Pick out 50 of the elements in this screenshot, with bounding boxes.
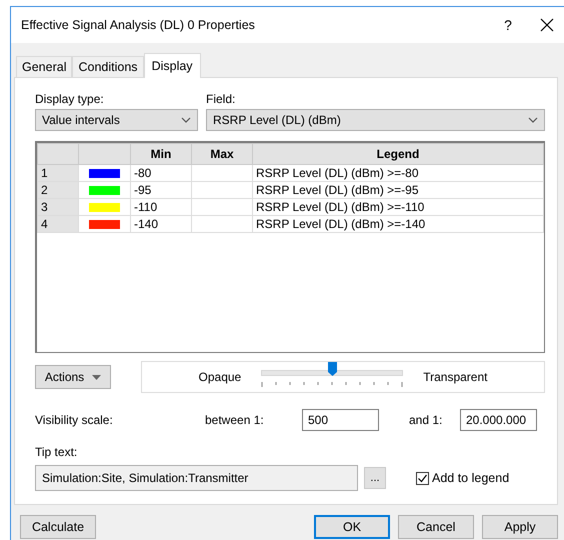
table-cell: RSRP Level (DL) (dBm) >=-80 [252, 164, 544, 182]
caret-icon [92, 374, 102, 380]
between-label: between 1: [205, 413, 265, 427]
visibility-label: Visibility scale: [35, 413, 114, 427]
actions-button[interactable]: Actions [35, 365, 111, 389]
row-number: 1 [38, 164, 78, 182]
display-type-dropdown[interactable]: Value intervals [35, 109, 198, 131]
field-label: Field: [206, 92, 236, 106]
help-button[interactable]: ? [488, 17, 528, 33]
table-cell: RSRP Level (DL) (dBm) >=-140 [252, 216, 544, 232]
chevron-down-icon [181, 117, 191, 123]
table-cell: -140 [130, 216, 192, 232]
column-header[interactable]: Legend [252, 144, 544, 164]
tab[interactable]: Conditions [72, 56, 144, 77]
min-scale-field[interactable]: 500 [302, 409, 379, 431]
tip-text-field[interactable]: Simulation:Site, Simulation:Transmitter [35, 465, 358, 491]
tab[interactable]: Display [144, 53, 201, 78]
transparent-label: Transparent [423, 370, 488, 384]
calculate-button[interactable]: Calculate [20, 515, 96, 539]
table-cell: RSRP Level (DL) (dBm) >=-110 [252, 198, 544, 216]
color-swatch[interactable] [89, 186, 120, 194]
max-scale-field[interactable]: 20.000.000 [460, 409, 537, 431]
table-cell: -110 [130, 198, 192, 216]
slider-thumb[interactable] [328, 362, 338, 376]
color-swatch[interactable] [89, 202, 120, 212]
add-to-legend-checkbox[interactable]: Add to legend [416, 471, 510, 485]
display-type-label: Display type: [35, 92, 105, 106]
tab[interactable]: General [16, 56, 72, 77]
field-dropdown[interactable]: RSRP Level (DL) (dBm) [206, 109, 545, 131]
window-title: Effective Signal Analysis (DL) 0 Properties [21, 18, 256, 32]
table-cell: -95 [130, 182, 192, 198]
opaque-label: Opaque [198, 370, 242, 384]
dialog-button[interactable]: OK [314, 515, 390, 539]
row-number: 3 [38, 198, 78, 216]
color-swatch[interactable] [89, 220, 120, 228]
chevron-down-icon [528, 117, 538, 123]
tip-text-label: Tip text: [35, 445, 78, 459]
column-header[interactable]: Min [130, 144, 192, 164]
dialog-button[interactable]: Cancel [398, 515, 474, 539]
table-cell: RSRP Level (DL) (dBm) >=-95 [252, 182, 544, 198]
table-cell: -80 [130, 164, 192, 182]
browse-button[interactable]: ... [364, 467, 386, 489]
row-number: 4 [38, 216, 78, 232]
column-header[interactable]: Max [192, 144, 252, 164]
row-number: 2 [38, 182, 78, 198]
close-icon[interactable] [540, 18, 554, 32]
checkbox-icon[interactable] [416, 472, 429, 484]
dialog-button[interactable]: Apply [482, 515, 558, 539]
and-label: and 1: [409, 413, 444, 427]
color-swatch[interactable] [89, 168, 120, 178]
